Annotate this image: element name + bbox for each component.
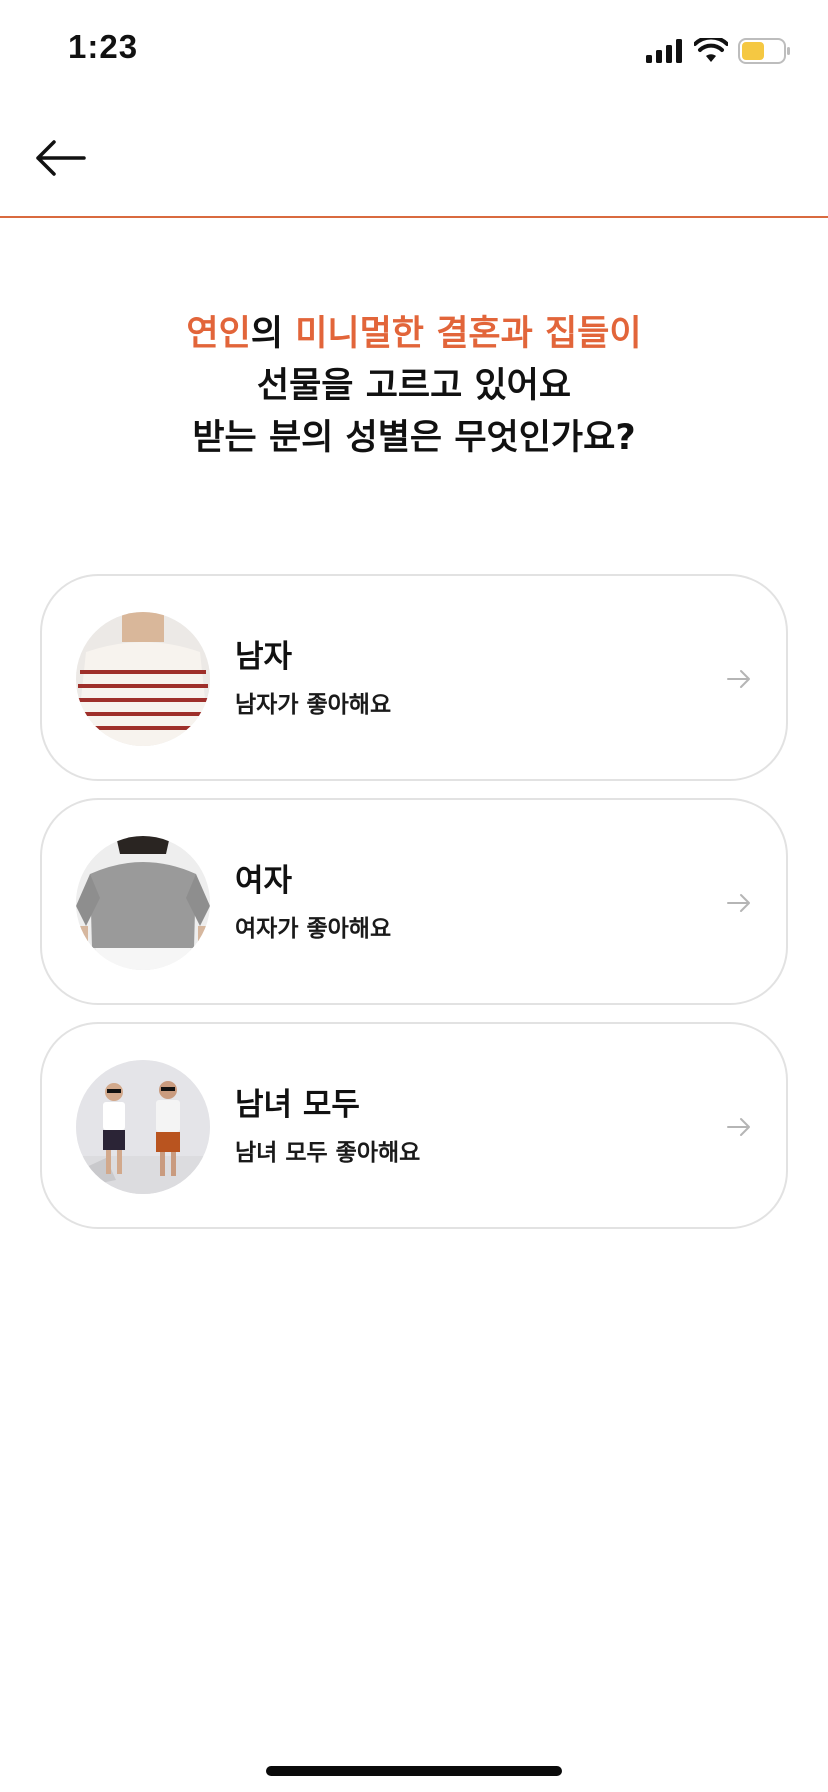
home-indicator[interactable] — [266, 1766, 562, 1776]
arrow-right-icon — [727, 894, 750, 912]
woman-in-gray-knit-photo — [76, 836, 210, 970]
top-navigation — [0, 100, 828, 218]
recipient-highlight: 연인 — [186, 314, 251, 354]
couple-standing-photo — [76, 1060, 210, 1194]
wifi-icon — [694, 38, 728, 62]
option-subtitle: 남자가 좋아해요 — [235, 692, 392, 718]
option-male[interactable]: 남자 남자가 좋아해요 — [40, 574, 788, 781]
option-female[interactable]: 여자 여자가 좋아해요 — [40, 798, 788, 1005]
man-in-striped-shirt-photo — [76, 612, 210, 746]
option-title: 남자 — [235, 639, 293, 675]
arrow-right-icon — [727, 670, 750, 688]
status-icons — [646, 36, 792, 66]
option-subtitle: 남녀 모두 좋아해요 — [235, 1140, 421, 1166]
option-title: 남녀 모두 — [235, 1087, 360, 1123]
option-title: 여자 — [235, 863, 293, 899]
arrow-left-icon — [36, 140, 86, 176]
option-subtitle: 여자가 좋아해요 — [235, 916, 392, 942]
question-heading: 연인의 미니멀한 결혼과 집들이 선물을 고르고 있어요 받는 분의 성별은 무… — [0, 308, 828, 464]
occasion-highlight: 미니멀한 결혼과 집들이 — [295, 314, 642, 354]
question-line-1: 연인의 미니멀한 결혼과 집들이 — [0, 308, 828, 360]
status-bar: 1:23 — [0, 0, 828, 100]
option-both[interactable]: 남녀 모두 남녀 모두 좋아해요 — [40, 1022, 788, 1229]
back-button[interactable] — [30, 128, 90, 188]
status-time: 1:23 — [68, 28, 139, 65]
gender-options: 남자 남자가 좋아해요 여자 여자가 좋아해요 남녀 모두 남녀 모두 좋아해요 — [40, 574, 788, 1246]
arrow-right-icon — [727, 1118, 750, 1136]
question-line-2: 선물을 고르고 있어요 — [256, 366, 572, 406]
battery-icon — [738, 38, 790, 64]
question-connector: 의 — [250, 314, 296, 354]
cellular-signal-icon — [646, 39, 682, 63]
question-line-3: 받는 분의 성별은 무엇인가요? — [192, 418, 636, 458]
